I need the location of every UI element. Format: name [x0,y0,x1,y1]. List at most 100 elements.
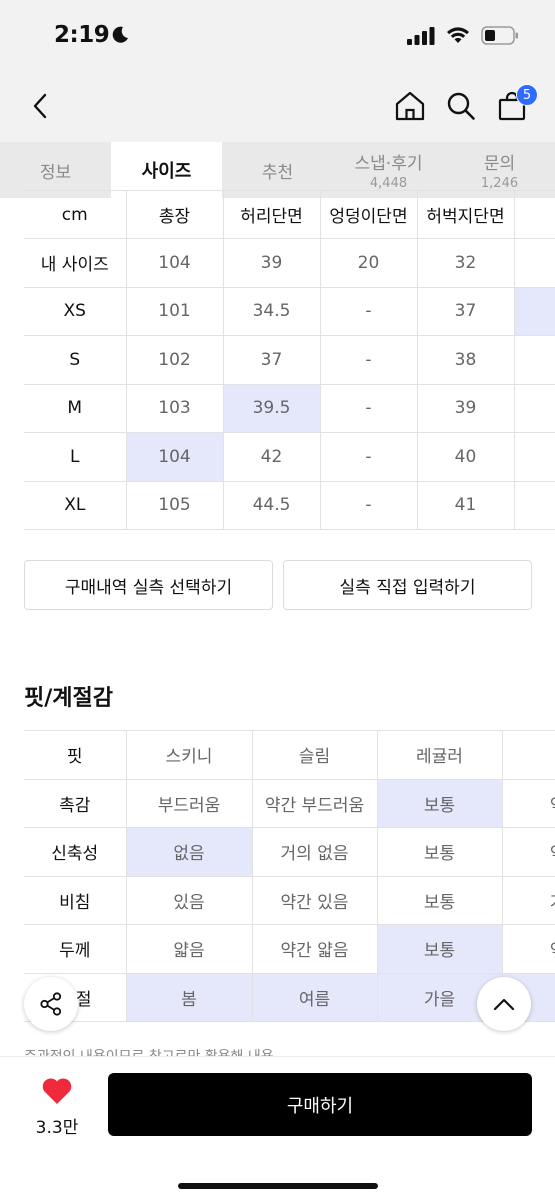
table-row: 신축성 없음 거의 없음 보통 약간 [24,827,555,877]
row-label: 두께 [24,924,127,974]
fit-table-container[interactable]: 핏 스키니 슬림 레귤러 루 촉감 부드러움 약간 부드러움 보통 약간 신축성… [24,730,555,1022]
search-button[interactable] [441,86,481,126]
table-cell: 얇음 [125,924,253,974]
back-button[interactable] [20,86,60,126]
table-cell: 103 [125,383,224,433]
chevron-left-icon [33,93,47,119]
table-row: 촉감 부드러움 약간 부드러움 보통 약간 [24,778,555,828]
table-cell: 거의 [501,875,555,925]
table-cell: 약간 [501,778,555,828]
table-cell: 105 [125,480,224,530]
table-cell: 101 [125,286,224,336]
table-cell: 41 [416,480,515,530]
table-cell-highlighted: 여름 [251,972,378,1022]
table-cell: - [319,335,418,385]
share-button[interactable] [24,977,78,1031]
like-button[interactable]: 3.3만 [30,1077,84,1138]
table-cell: 42 [222,432,321,482]
table-row: M 103 39.5 - 39 3 [24,383,555,433]
table-row: 내 사이즈 104 39 20 32 3 [24,238,555,288]
search-icon [447,92,475,120]
table-cell: 레귤러 [376,730,503,780]
fit-table: 핏 스키니 슬림 레귤러 루 촉감 부드러움 약간 부드러움 보통 약간 신축성… [24,730,555,1022]
size-table-container[interactable]: cm 총장 허리단면 엉덩이단면 허벅지단면 밑 내 사이즈 104 39 20… [24,190,555,530]
table-cell: 슬림 [251,730,378,780]
table-cell: 32 [416,238,515,288]
table-cell: - [319,432,418,482]
table-cell: 있음 [125,875,253,925]
table-cell: 37 [416,286,515,336]
purchase-history-measure-button[interactable]: 구매내역 실측 선택하기 [24,560,273,610]
table-cell: - [319,480,418,530]
tab-label: 문의 [483,154,516,174]
table-cell: 스키니 [125,730,253,780]
manual-measure-input-button[interactable]: 실측 직접 입력하기 [283,560,532,610]
table-row: XS 101 34.5 - 37 3 [24,286,555,336]
table-row: 두께 얇음 약간 얇음 보통 약간 [24,924,555,974]
table-cell-highlighted: 3 [513,286,555,336]
table-cell: 38 [416,335,515,385]
table-cell: 보통 [376,827,503,877]
home-icon [395,91,425,121]
table-cell-highlighted: 104 [125,432,224,482]
table-cell: 3 [513,383,555,433]
home-indicator [178,1183,378,1189]
table-cell: 3 [513,480,555,530]
table-cell: 거의 없음 [251,827,378,877]
header-cell: 허벅지단면 [416,190,515,239]
size-table-header-row: cm 총장 허리단면 엉덩이단면 허벅지단면 밑 [24,190,555,239]
size-table: cm 총장 허리단면 엉덩이단면 허벅지단면 밑 내 사이즈 104 39 20… [24,190,555,530]
chevron-up-icon [493,998,515,1011]
table-cell: 39 [222,238,321,288]
row-label: 촉감 [24,778,127,828]
moon-icon [112,26,128,43]
tab-label: 정보 [39,162,72,183]
table-cell: - [319,286,418,336]
row-label: XL [24,480,127,530]
table-cell: 3 [513,432,555,482]
table-cell-highlighted: 봄 [125,972,253,1022]
tab-count: 4,448 [369,176,408,191]
table-cell: 약간 있음 [251,875,378,925]
table-cell: 3 [513,335,555,385]
cart-button[interactable]: 5 [492,84,538,126]
status-bar: 2:19 [0,0,555,72]
table-row: XL 105 44.5 - 41 3 [24,480,555,530]
table-cell: 약간 부드러움 [251,778,378,828]
table-row: 절 봄 여름 가을 겨 [24,972,555,1022]
tab-label: 스냅·후기 [354,154,423,174]
table-cell-highlighted: 없음 [125,827,253,877]
table-cell: 40 [416,432,515,482]
table-cell: 약간 [501,924,555,974]
table-cell: 루 [501,730,555,780]
scroll-top-button[interactable] [477,977,531,1031]
table-cell: 보통 [376,875,503,925]
heart-icon [42,1078,72,1104]
share-icon [40,992,62,1016]
row-label: L [24,432,127,482]
wifi-icon [447,27,469,43]
table-cell: 39 [416,383,515,433]
table-cell: 44.5 [222,480,321,530]
table-cell: 104 [125,238,224,288]
cart-count-badge: 5 [516,84,538,106]
table-cell-highlighted: 보통 [376,924,503,974]
section-title: 핏/계절감 [24,686,113,711]
status-indicators [407,26,519,45]
table-row: 비침 있음 약간 있음 보통 거의 [24,875,555,925]
table-cell: 약간 [501,827,555,877]
row-label: M [24,383,127,433]
tab-label: 추천 [261,162,294,183]
home-button[interactable] [390,86,430,126]
row-label: 신축성 [24,827,127,877]
row-label: 핏 [24,730,127,780]
table-cell: 34.5 [222,286,321,336]
navigation-bar: 5 [0,72,555,142]
signal-icon [407,26,435,45]
table-cell: 20 [319,238,418,288]
header-cell: 엉덩이단면 [319,190,418,239]
table-cell: 3 [513,238,555,288]
size-action-buttons: 구매내역 실측 선택하기 실측 직접 입력하기 [24,560,532,610]
tab-count: 1,246 [480,176,519,191]
buy-button[interactable]: 구매하기 [108,1073,532,1136]
